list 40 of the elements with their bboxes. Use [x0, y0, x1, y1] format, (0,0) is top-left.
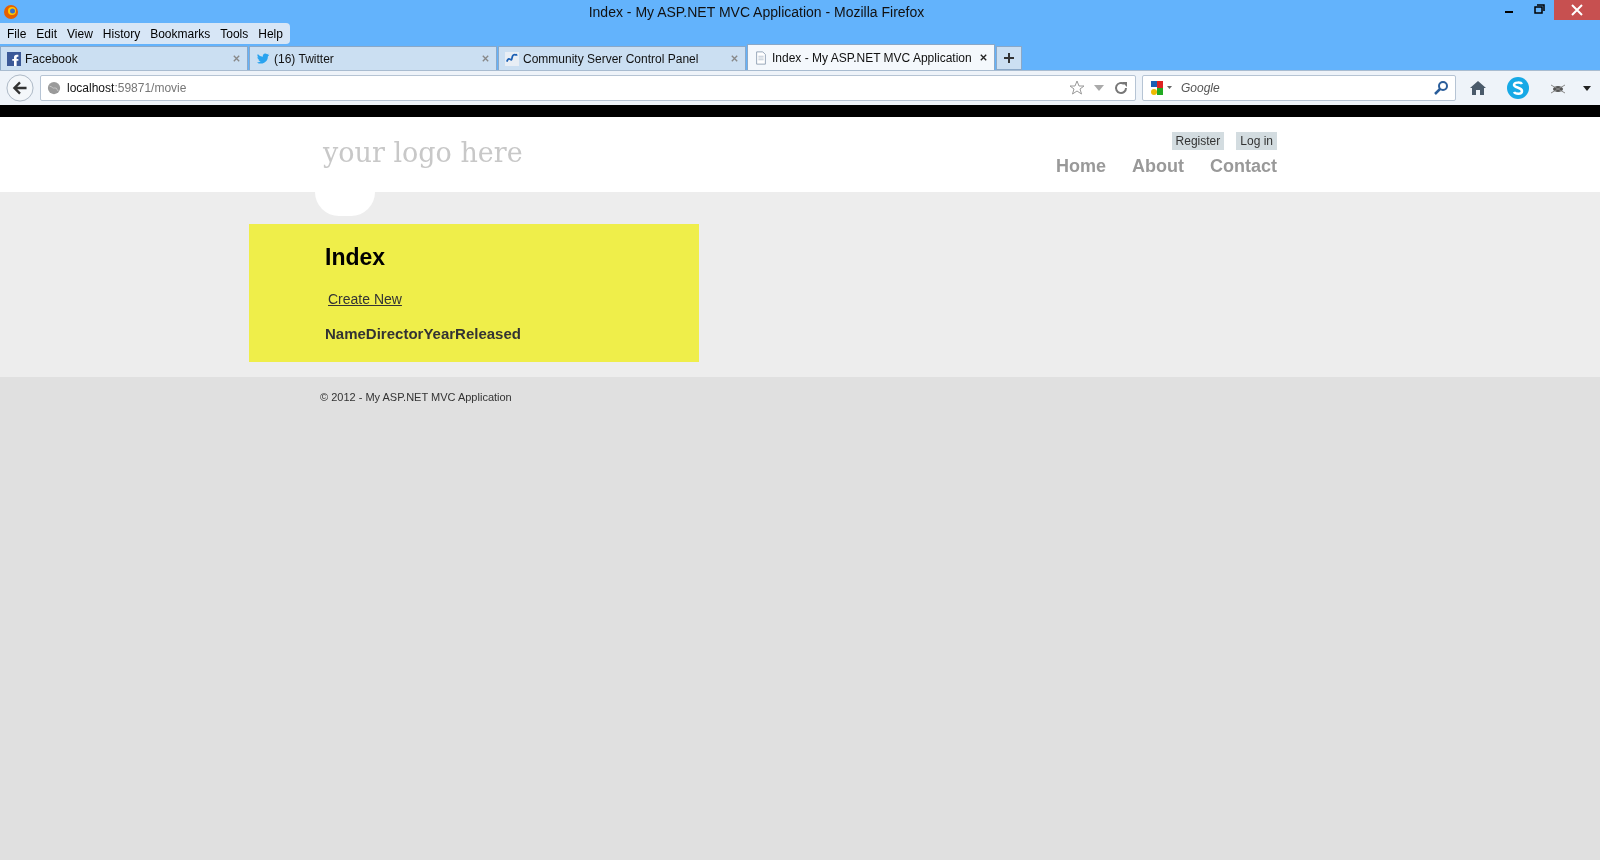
plus-icon [1003, 52, 1015, 64]
column-header: Director [365, 325, 424, 342]
colorful-squares-icon [1149, 80, 1175, 96]
menu-item[interactable]: View [62, 26, 98, 41]
browser-logo-icon[interactable] [3, 3, 19, 20]
new-tab-button[interactable] [996, 46, 1022, 70]
column-header: YearReleased [423, 325, 521, 342]
column-header: Name [325, 325, 366, 342]
menu-item[interactable]: Edit [31, 26, 63, 41]
footer-text: © 2012 - My ASP.NET MVC Application [320, 391, 512, 403]
search-field[interactable]: Google [1142, 75, 1456, 101]
create-new-link[interactable]: Create New [328, 291, 402, 307]
document-icon [754, 50, 768, 65]
menu-item[interactable]: Help [253, 26, 288, 41]
menu-item[interactable]: File [2, 26, 32, 41]
menu-item[interactable]: History [97, 26, 146, 41]
reload-icon[interactable] [1113, 80, 1129, 96]
close-icon[interactable] [1554, 0, 1600, 20]
browser-tab[interactable]: (16) Twitter [249, 46, 497, 70]
back-icon[interactable] [6, 74, 34, 102]
account-link[interactable]: Log in [1236, 132, 1277, 150]
globe-icon [47, 81, 61, 95]
browser-tab[interactable]: Community Server Control Panel [498, 46, 746, 70]
star-icon[interactable] [1069, 80, 1085, 96]
wave-logo-icon [505, 51, 519, 66]
home-icon[interactable] [1468, 78, 1488, 98]
address-bar[interactable]: localhost:59871/movie [40, 75, 1136, 101]
bird-icon [256, 51, 270, 66]
window-title: Index - My ASP.NET MVC Application - Mozilla Firefox [587, 3, 926, 20]
account-link[interactable]: Register [1171, 132, 1225, 150]
letter-s-icon[interactable] [1506, 76, 1530, 100]
browser-tab[interactable]: Index - My ASP.NET MVC Application [747, 44, 995, 70]
browser-tab[interactable]: Facebook [0, 46, 248, 70]
letter-f-icon [7, 51, 21, 66]
menu-item[interactable]: Bookmarks [145, 26, 216, 41]
menu-item[interactable]: Tools [215, 26, 254, 41]
dropdown-icon[interactable] [1582, 83, 1592, 93]
search-icon[interactable] [1433, 80, 1449, 96]
close-tab-icon[interactable] [979, 53, 988, 62]
page-heading: Index [325, 244, 386, 271]
